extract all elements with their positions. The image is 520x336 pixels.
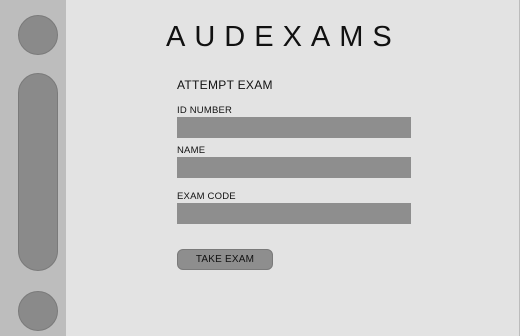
id-number-field[interactable] (177, 117, 411, 138)
name-field[interactable] (177, 157, 411, 178)
exam-code-label: EXAM CODE (177, 191, 236, 202)
brand-title: AUDEXAMS (166, 21, 401, 53)
exam-code-field[interactable] (177, 203, 411, 224)
rail-scroll-track[interactable] (18, 73, 58, 271)
name-label: NAME (177, 145, 206, 156)
app-window: AUDEXAMS ATTEMPT EXAM ID NUMBER NAME EXA… (0, 0, 520, 336)
rail-top-button[interactable] (18, 15, 58, 55)
take-exam-button[interactable]: TAKE EXAM (177, 249, 273, 270)
rail-bottom-button[interactable] (18, 291, 58, 331)
id-number-label: ID NUMBER (177, 105, 233, 116)
side-rail (0, 0, 66, 336)
form-title: ATTEMPT EXAM (177, 78, 273, 92)
